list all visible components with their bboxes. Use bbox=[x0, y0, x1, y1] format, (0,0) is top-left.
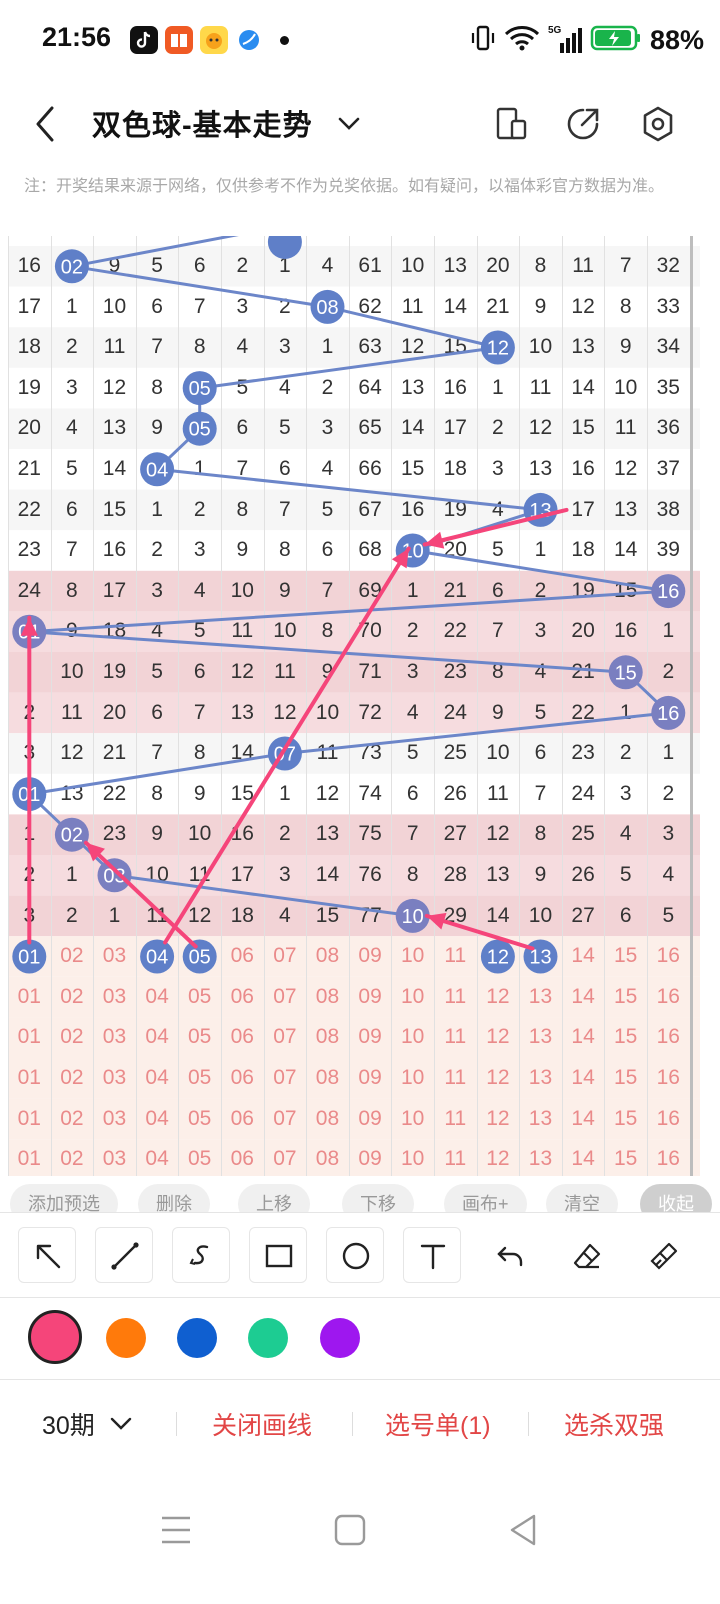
clear-brush-icon[interactable] bbox=[634, 1227, 692, 1283]
menu-nav-icon[interactable] bbox=[156, 1510, 196, 1550]
eraser-icon[interactable] bbox=[557, 1227, 615, 1283]
move-up-button[interactable]: 上移 bbox=[238, 1184, 310, 1212]
clear-button[interactable]: 清空 bbox=[546, 1184, 618, 1212]
drawn-arrow-line bbox=[422, 507, 569, 547]
battery-icon bbox=[590, 24, 642, 57]
trend-line-segment bbox=[70, 264, 329, 309]
system-nav-bar bbox=[0, 1480, 720, 1604]
browser-app-icon bbox=[235, 26, 263, 54]
line-tool-icon[interactable] bbox=[95, 1227, 153, 1283]
status-right-group: 5G 88% bbox=[470, 22, 704, 58]
close-draw-button[interactable]: 关闭画线 bbox=[212, 1406, 312, 1442]
trend-line-segment bbox=[27, 752, 287, 796]
disclaimer-notice: 注：开奖结果来源于网络，仅供参考不作为兑奖依据。如有疑问，以福体彩官方数据为准。 bbox=[24, 178, 665, 195]
trend-ball-label: 04 bbox=[146, 459, 168, 481]
status-bar: 21:56 5G 88% bbox=[0, 0, 720, 84]
share-icon[interactable] bbox=[563, 104, 603, 144]
trend-ball-label: 10 bbox=[402, 906, 424, 928]
divider bbox=[528, 1412, 529, 1436]
book-app-icon bbox=[165, 26, 193, 54]
back-arrow-icon bbox=[36, 106, 54, 142]
drawing-toolbar bbox=[0, 1212, 720, 1298]
signal-icon: 5G bbox=[548, 25, 582, 55]
trend-ball-label: 02 bbox=[61, 256, 83, 278]
add-preselect-button[interactable]: 添加预选 bbox=[10, 1184, 118, 1212]
color-palette bbox=[0, 1298, 720, 1380]
color-swatch-green[interactable] bbox=[248, 1318, 288, 1358]
arrow-tool-icon[interactable] bbox=[18, 1227, 76, 1283]
page-title[interactable]: 双色球-基本走势 bbox=[92, 102, 313, 144]
trend-line-segment bbox=[155, 467, 542, 512]
trend-ball-label: 02 bbox=[61, 825, 83, 847]
action-chip-bar: 添加预选 删除 上移 下移 画布+ 清空 收起 bbox=[0, 1180, 720, 1212]
trend-line-segment bbox=[27, 589, 670, 634]
curve-tool-icon[interactable] bbox=[172, 1227, 230, 1283]
trend-ball-label: 08 bbox=[316, 297, 338, 319]
trend-ball bbox=[267, 236, 302, 259]
app-header: 双色球-基本走势 bbox=[0, 84, 720, 164]
status-time: 21:56 bbox=[42, 22, 112, 52]
move-down-button[interactable]: 下移 bbox=[342, 1184, 414, 1212]
trend-line-segment bbox=[411, 549, 670, 593]
wifi-icon bbox=[504, 24, 540, 57]
color-swatch-orange[interactable] bbox=[106, 1318, 146, 1358]
chevron-down-icon[interactable] bbox=[108, 1410, 134, 1436]
circle-tool-icon[interactable] bbox=[326, 1227, 384, 1283]
back-button[interactable] bbox=[26, 102, 66, 146]
trend-ball-label: 05 bbox=[189, 947, 211, 969]
drawn-arrow-line bbox=[83, 840, 198, 949]
trend-line-segment bbox=[198, 346, 500, 390]
vibrate-icon bbox=[470, 23, 496, 58]
bottom-action-bar: 30期 关闭画线 选号单(1) 选杀双强 bbox=[0, 1380, 720, 1470]
trend-ball-label: 01 bbox=[18, 947, 40, 969]
back-nav-icon[interactable] bbox=[504, 1510, 544, 1550]
trend-ball-label: 15 bbox=[615, 662, 637, 684]
trend-ball-label: 16 bbox=[657, 581, 679, 603]
color-swatch-blue[interactable] bbox=[177, 1318, 217, 1358]
pet-app-icon bbox=[200, 26, 228, 54]
trend-line-segment bbox=[27, 630, 628, 674]
undo-icon[interactable] bbox=[480, 1227, 538, 1283]
trend-line-segment bbox=[326, 305, 500, 349]
trend-ball-label: 05 bbox=[189, 378, 211, 400]
battery-percent: 88% bbox=[649, 24, 704, 55]
trend-ball-label: 12 bbox=[487, 338, 509, 360]
tiktok-icon bbox=[130, 26, 158, 54]
notification-dot bbox=[280, 36, 289, 45]
divider bbox=[352, 1412, 353, 1436]
trend-ball-label: 16 bbox=[657, 703, 679, 725]
trend-overlay: 0208120505041310160115160701020310010405… bbox=[12, 236, 686, 974]
rectangle-tool-icon[interactable] bbox=[249, 1227, 307, 1283]
trend-ball-label: 12 bbox=[487, 947, 509, 969]
color-swatch-purple[interactable] bbox=[320, 1318, 360, 1358]
trend-line-segment bbox=[283, 711, 670, 755]
period-selector[interactable]: 30期 bbox=[42, 1406, 95, 1442]
trend-ball-label: 05 bbox=[189, 419, 211, 441]
text-tool-icon[interactable] bbox=[403, 1227, 461, 1283]
settings-icon[interactable] bbox=[638, 104, 678, 144]
selection-list-button[interactable]: 选号单(1) bbox=[385, 1406, 491, 1442]
canvas-plus-button[interactable]: 画布+ bbox=[444, 1184, 527, 1212]
color-swatch-pink[interactable] bbox=[28, 1310, 82, 1364]
trend-ball-label: 04 bbox=[146, 947, 168, 969]
kill-double-button[interactable]: 选杀双强 bbox=[564, 1406, 664, 1442]
collapse-button[interactable]: 收起 bbox=[640, 1184, 712, 1212]
trend-line-segment bbox=[70, 236, 239, 268]
divider bbox=[176, 1412, 177, 1436]
layout-toggle-icon[interactable] bbox=[492, 104, 532, 144]
chevron-down-icon[interactable] bbox=[334, 108, 364, 138]
home-nav-icon[interactable] bbox=[330, 1510, 370, 1550]
trend-grid[interactable]: 1602956214611013208117321711067320862111… bbox=[0, 236, 720, 1176]
delete-button[interactable]: 删除 bbox=[138, 1184, 210, 1212]
